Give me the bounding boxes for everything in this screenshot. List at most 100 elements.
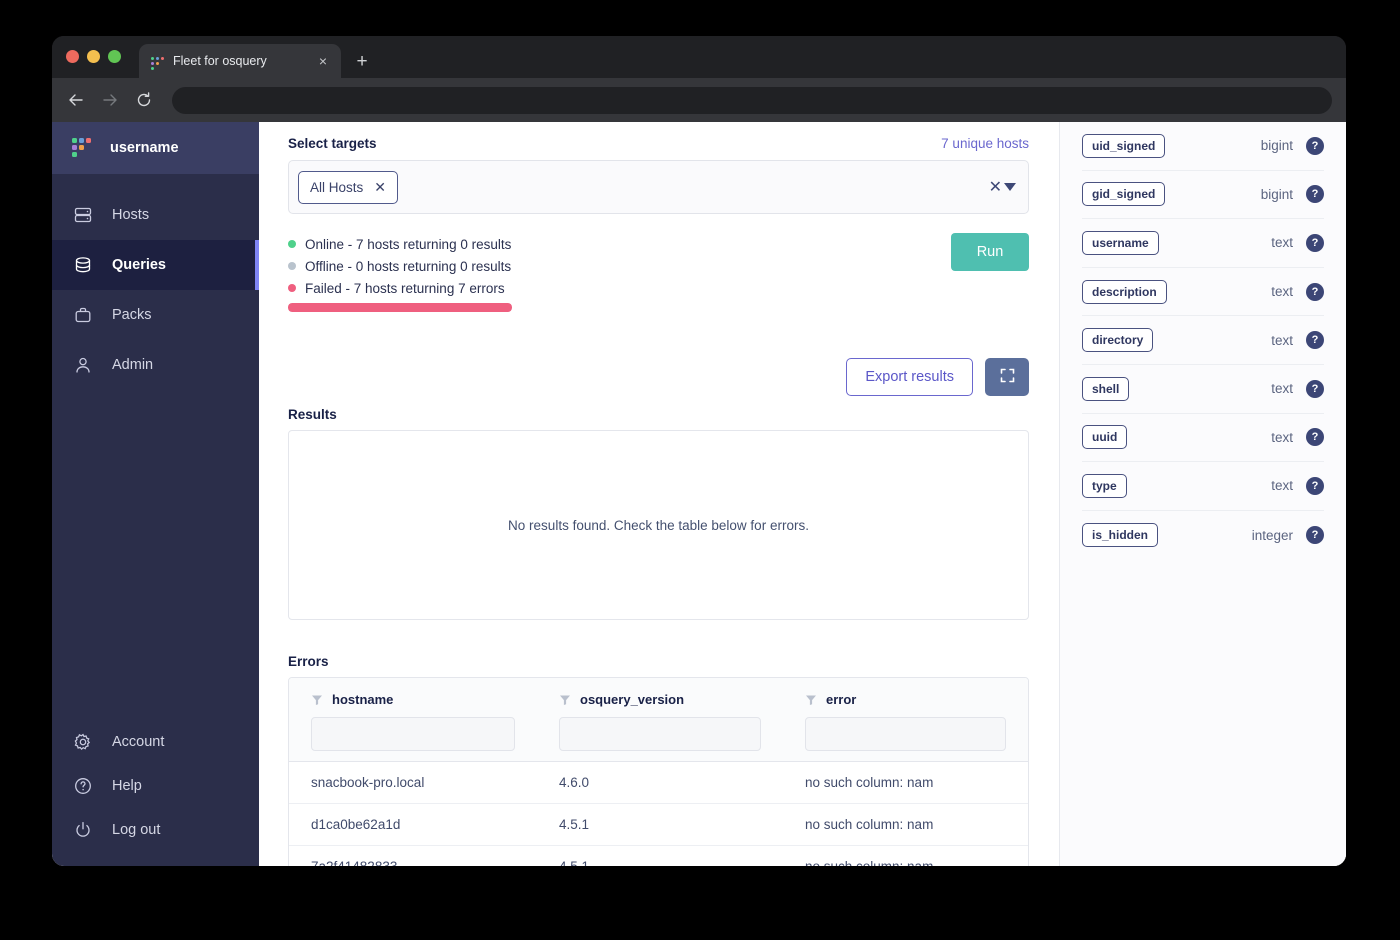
status-failed-text: Failed - 7 hosts returning 7 errors bbox=[305, 280, 505, 296]
chevron-down-icon[interactable] bbox=[1004, 183, 1016, 191]
select-targets-header: Select targets 7 unique hosts bbox=[288, 136, 1029, 151]
app-root: username Hosts Queries Packs Admin Accou… bbox=[52, 122, 1346, 866]
minimize-window-button[interactable] bbox=[87, 49, 100, 63]
target-selector[interactable]: All Hosts ✕ ✕ bbox=[288, 160, 1029, 214]
target-chip-label: All Hosts bbox=[310, 179, 364, 195]
new-tab-button[interactable]: + bbox=[347, 44, 377, 78]
schema-column-name[interactable]: uuid bbox=[1082, 425, 1128, 450]
unique-hosts-link[interactable]: 7 unique hosts bbox=[941, 136, 1029, 151]
query-progress-fill bbox=[288, 303, 512, 312]
sidebar-item-label: Hosts bbox=[112, 207, 150, 223]
column-header-label: hostname bbox=[332, 692, 394, 707]
cell-error: no such column: nam bbox=[805, 817, 934, 832]
errors-table: hostname osquery_version error snacbook-… bbox=[288, 677, 1029, 866]
cell-osquery-version: 4.6.0 bbox=[559, 775, 590, 790]
reload-icon[interactable] bbox=[134, 90, 154, 110]
export-results-button[interactable]: Export results bbox=[846, 358, 973, 396]
sidebar-item-label: Packs bbox=[112, 307, 152, 323]
sidebar-item-packs[interactable]: Packs bbox=[52, 290, 259, 340]
run-button[interactable]: Run bbox=[951, 233, 1029, 271]
help-icon[interactable]: ? bbox=[1306, 136, 1324, 155]
schema-column-type: text bbox=[1271, 284, 1293, 300]
column-header-label: error bbox=[826, 692, 857, 707]
schema-row: type text ? bbox=[1082, 462, 1324, 511]
filter-icon[interactable] bbox=[805, 694, 817, 706]
schema-column-name[interactable]: shell bbox=[1082, 376, 1130, 401]
close-window-button[interactable] bbox=[66, 49, 79, 63]
table-row[interactable]: snacbook-pro.local 4.6.0 no such column:… bbox=[289, 762, 1028, 804]
table-row[interactable]: 7a2f41482833 4.5.1 no such column: nam bbox=[289, 846, 1028, 866]
schema-column-name[interactable]: username bbox=[1082, 230, 1159, 255]
filter-icon[interactable] bbox=[559, 694, 571, 706]
sidebar-item-account[interactable]: Account bbox=[52, 720, 259, 764]
fullscreen-button[interactable] bbox=[985, 358, 1029, 396]
schema-column-type: text bbox=[1271, 429, 1293, 445]
schema-column-name[interactable]: uid_signed bbox=[1082, 133, 1166, 158]
help-icon[interactable]: ? bbox=[1306, 526, 1324, 545]
cell-osquery-version: 4.5.1 bbox=[559, 817, 590, 832]
filter-input-osquery-version[interactable] bbox=[559, 717, 761, 751]
tab-title: Fleet for osquery bbox=[173, 54, 267, 68]
sidebar-item-label: Queries bbox=[112, 257, 166, 273]
target-selector-controls: ✕ bbox=[989, 177, 1016, 197]
sidebar-item-label: Admin bbox=[112, 357, 154, 373]
column-hostname-label-wrap: hostname bbox=[311, 692, 515, 707]
cell-error: no such column: nam bbox=[783, 859, 1028, 866]
status-failed: Failed - 7 hosts returning 7 errors bbox=[288, 279, 512, 297]
tab-close-icon[interactable]: × bbox=[315, 54, 331, 68]
help-icon[interactable]: ? bbox=[1306, 331, 1324, 350]
schema-row: gid_signed bigint ? bbox=[1082, 171, 1324, 220]
sidebar-item-label: Log out bbox=[112, 822, 161, 838]
sidebar-item-label: Help bbox=[112, 778, 142, 794]
help-icon[interactable]: ? bbox=[1306, 379, 1324, 398]
cell-hostname: snacbook-pro.local bbox=[311, 775, 425, 790]
filter-input-error[interactable] bbox=[805, 717, 1006, 751]
forward-icon[interactable] bbox=[100, 90, 120, 110]
column-osquery-version: osquery_version bbox=[537, 692, 783, 751]
fleet-logo-icon bbox=[72, 138, 92, 158]
maximize-window-button[interactable] bbox=[108, 49, 121, 63]
schema-column-name[interactable]: directory bbox=[1082, 328, 1154, 353]
schema-row: directory text ? bbox=[1082, 316, 1324, 365]
table-row[interactable]: d1ca0be62a1d 4.5.1 no such column: nam bbox=[289, 804, 1028, 846]
status-offline: Offline - 0 hosts returning 0 results bbox=[288, 257, 512, 275]
schema-column-name[interactable]: gid_signed bbox=[1082, 182, 1166, 207]
errors-table-header: hostname osquery_version error bbox=[289, 678, 1028, 762]
select-targets-label: Select targets bbox=[288, 136, 377, 151]
sidebar-item-queries[interactable]: Queries bbox=[52, 240, 259, 290]
close-icon[interactable]: ✕ bbox=[374, 179, 386, 196]
query-progress-bar bbox=[288, 303, 512, 312]
browser-tab[interactable]: Fleet for osquery × bbox=[139, 44, 341, 78]
window-controls bbox=[66, 36, 121, 78]
filter-icon[interactable] bbox=[311, 694, 323, 706]
schema-column-name[interactable]: is_hidden bbox=[1082, 523, 1159, 548]
sidebar-item-help[interactable]: Help bbox=[52, 764, 259, 808]
sidebar-user-header[interactable]: username bbox=[52, 122, 259, 174]
sidebar-item-logout[interactable]: Log out bbox=[52, 808, 259, 852]
query-panel: Select targets 7 unique hosts All Hosts … bbox=[259, 122, 1059, 866]
target-chip-all-hosts[interactable]: All Hosts ✕ bbox=[298, 170, 398, 204]
schema-column-name[interactable]: description bbox=[1082, 279, 1167, 304]
column-error: error bbox=[783, 692, 1028, 751]
schema-row: uid_signed bigint ? bbox=[1082, 122, 1324, 171]
power-icon bbox=[72, 819, 94, 841]
help-icon[interactable]: ? bbox=[1306, 185, 1324, 204]
schema-column-name[interactable]: type bbox=[1082, 473, 1127, 498]
address-bar[interactable] bbox=[172, 86, 1332, 114]
sidebar-username: username bbox=[110, 140, 179, 156]
help-icon[interactable]: ? bbox=[1306, 476, 1324, 495]
clear-targets-icon[interactable]: ✕ bbox=[989, 177, 1002, 197]
results-empty-message: No results found. Check the table below … bbox=[508, 517, 809, 533]
help-icon[interactable]: ? bbox=[1306, 428, 1324, 447]
help-icon[interactable]: ? bbox=[1306, 233, 1324, 252]
back-icon[interactable] bbox=[66, 90, 86, 110]
column-hostname: hostname bbox=[289, 692, 537, 751]
sidebar-item-hosts[interactable]: Hosts bbox=[52, 190, 259, 240]
help-icon[interactable]: ? bbox=[1306, 282, 1324, 301]
sidebar-item-admin[interactable]: Admin bbox=[52, 340, 259, 390]
question-circle-icon bbox=[72, 775, 94, 797]
sidebar-bottom-nav: Account Help Log out bbox=[52, 720, 259, 866]
results-container: No results found. Check the table below … bbox=[288, 430, 1029, 620]
results-title: Results bbox=[288, 407, 337, 422]
filter-input-hostname[interactable] bbox=[311, 717, 515, 751]
